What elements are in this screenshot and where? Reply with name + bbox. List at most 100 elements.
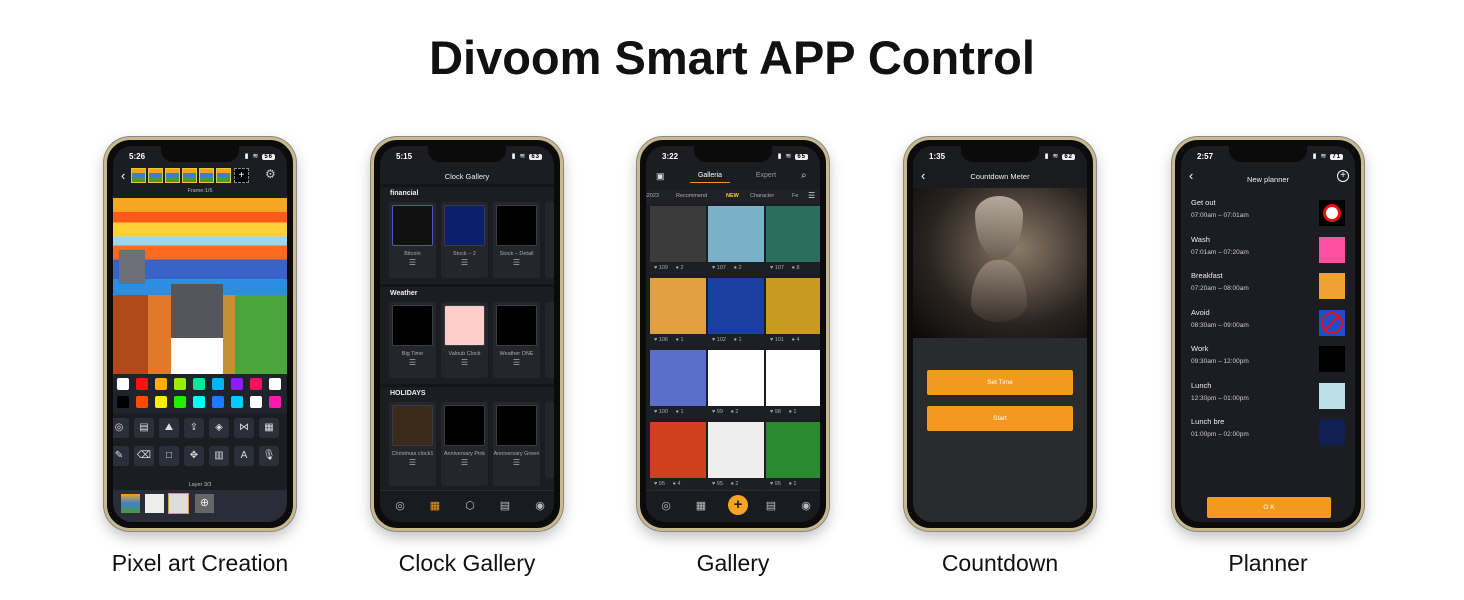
category-tab[interactable]: Character: [750, 193, 774, 199]
clock-card-partial[interactable]: [545, 302, 554, 378]
chat-icon[interactable]: ▤: [763, 499, 779, 512]
planner-item[interactable]: Get out 07:00am – 07:01am: [1191, 198, 1351, 234]
tool-button[interactable]: ⛰: [159, 418, 179, 438]
category-tab[interactable]: Fe: [792, 193, 798, 199]
search-icon[interactable]: ⌕: [801, 170, 807, 181]
tool-button[interactable]: ✎: [113, 446, 129, 466]
profile-icon[interactable]: ◉: [798, 499, 814, 512]
frame-thumb[interactable]: [216, 168, 231, 183]
color-swatch[interactable]: [117, 378, 129, 390]
back-icon[interactable]: ‹: [121, 168, 125, 183]
screen-cast-icon[interactable]: ▣: [656, 171, 665, 182]
menu-icon[interactable]: ☰: [389, 258, 436, 267]
planner-item[interactable]: Wash 07:01am – 07:20am: [1191, 235, 1351, 271]
menu-icon[interactable]: ☰: [493, 258, 540, 267]
menu-icon[interactable]: ☰: [389, 358, 436, 367]
category-tab[interactable]: Recommend: [676, 193, 707, 199]
color-swatch[interactable]: [136, 378, 148, 390]
color-swatch[interactable]: [174, 378, 186, 390]
tool-button[interactable]: ▤: [134, 418, 154, 438]
gallery-tile[interactable]: ♥ 106 ● 1: [650, 278, 706, 348]
color-swatch[interactable]: [155, 378, 167, 390]
gallery-tile[interactable]: ♥ 95 ● 2: [708, 422, 764, 492]
planner-item[interactable]: Work 09:30am – 12:00pm: [1191, 344, 1351, 380]
menu-icon[interactable]: ☰: [441, 358, 488, 367]
color-swatch[interactable]: [174, 396, 186, 408]
menu-icon[interactable]: ☰: [493, 458, 540, 467]
clock-card[interactable]: Anniversary Green ☰: [493, 402, 540, 486]
frame-thumb[interactable]: [148, 168, 163, 183]
layer-thumb[interactable]: [145, 494, 164, 513]
frame-thumb[interactable]: [199, 168, 214, 183]
clock-gallery-icon[interactable]: ▦: [427, 499, 443, 512]
add-layer-button[interactable]: ⊕: [195, 494, 214, 513]
color-swatch[interactable]: [231, 396, 243, 408]
color-swatch[interactable]: [212, 396, 224, 408]
tool-button[interactable]: ⇪: [184, 418, 204, 438]
tool-button[interactable]: ◈: [209, 418, 229, 438]
clock-card[interactable]: Anniversary Pink ☰: [441, 402, 488, 486]
tool-button[interactable]: ⌫: [134, 446, 154, 466]
start-button[interactable]: Start: [927, 406, 1073, 431]
frame-thumb[interactable]: [131, 168, 146, 183]
pixel-canvas[interactable]: [113, 198, 287, 374]
gallery-tile[interactable]: ♥ 101 ● 4: [766, 278, 820, 348]
tool-button[interactable]: 🎙: [259, 446, 279, 466]
clock-card[interactable]: Bitcoin ☰: [389, 202, 436, 278]
category-tab[interactable]: NEW: [726, 193, 739, 199]
compass-icon[interactable]: ◎: [392, 499, 408, 512]
gallery-tile[interactable]: ♥ 99 ● 2: [708, 350, 764, 420]
ok-button[interactable]: O K: [1207, 497, 1331, 518]
clock-card[interactable]: Christmas clock1 ☰: [389, 402, 436, 486]
planner-item[interactable]: Breakfast 07:20am – 08:00am: [1191, 271, 1351, 307]
color-swatch[interactable]: [117, 396, 129, 408]
tool-button[interactable]: ◎: [113, 418, 129, 438]
frame-thumb[interactable]: [165, 168, 180, 183]
gallery-tile[interactable]: ♥ 95 ● 1: [766, 422, 820, 492]
gallery-tile[interactable]: ♥ 98 ● 1: [766, 350, 820, 420]
color-swatch[interactable]: [269, 396, 281, 408]
menu-icon[interactable]: ☰: [808, 191, 815, 200]
set-time-button[interactable]: Set Time: [927, 370, 1073, 395]
tool-button[interactable]: ✥: [184, 446, 204, 466]
clock-card[interactable]: Big Time ☰: [389, 302, 436, 378]
menu-icon[interactable]: ☰: [441, 258, 488, 267]
gallery-tile[interactable]: ♥ 100 ● 1: [650, 350, 706, 420]
clock-card[interactable]: Weather ONE ☰: [493, 302, 540, 378]
menu-icon[interactable]: ☰: [441, 458, 488, 467]
tool-button[interactable]: □: [159, 446, 179, 466]
chat-icon[interactable]: ▤: [497, 499, 513, 512]
gallery-tile[interactable]: ♥ 102 ● 1: [708, 278, 764, 348]
planner-item[interactable]: Avoid 08:30am – 09:00am: [1191, 308, 1351, 344]
gallery-tile[interactable]: ♥ 107 ● 8: [766, 206, 820, 276]
menu-icon[interactable]: ☰: [389, 458, 436, 467]
frame-thumb[interactable]: [182, 168, 197, 183]
tool-button[interactable]: ⋈: [234, 418, 254, 438]
add-frame-button[interactable]: +: [234, 168, 249, 183]
color-swatch[interactable]: [212, 378, 224, 390]
tool-button[interactable]: ▥: [209, 446, 229, 466]
clock-card[interactable]: Stock – Detail ☰: [493, 202, 540, 278]
tab-galleria[interactable]: Galleria: [690, 172, 730, 183]
planner-item[interactable]: Lunch bre 01:00pm – 02:00pm: [1191, 417, 1351, 453]
tool-button[interactable]: ▦: [259, 418, 279, 438]
menu-icon[interactable]: ☰: [493, 358, 540, 367]
cube-icon[interactable]: ⬡: [462, 499, 478, 512]
gallery-tile[interactable]: ♥ 107 ● 2: [708, 206, 764, 276]
color-swatch[interactable]: [155, 396, 167, 408]
color-swatch[interactable]: [136, 396, 148, 408]
add-icon[interactable]: +: [728, 495, 748, 515]
color-swatch[interactable]: [250, 396, 262, 408]
gear-icon[interactable]: ⚙: [265, 167, 276, 181]
grid-icon[interactable]: ▦: [693, 499, 709, 512]
color-swatch[interactable]: [231, 378, 243, 390]
color-swatch[interactable]: [269, 378, 281, 390]
planner-item[interactable]: Lunch 12:30pm – 01:00pm: [1191, 381, 1351, 417]
category-tab[interactable]: s2023: [646, 193, 659, 199]
profile-icon[interactable]: ◉: [532, 499, 548, 512]
gallery-tile[interactable]: ♥ 109 ● 2: [650, 206, 706, 276]
add-icon[interactable]: +: [1337, 170, 1349, 182]
color-swatch[interactable]: [193, 396, 205, 408]
layer-thumb[interactable]: [121, 494, 140, 513]
clock-card[interactable]: Valoub Clock ☰: [441, 302, 488, 378]
